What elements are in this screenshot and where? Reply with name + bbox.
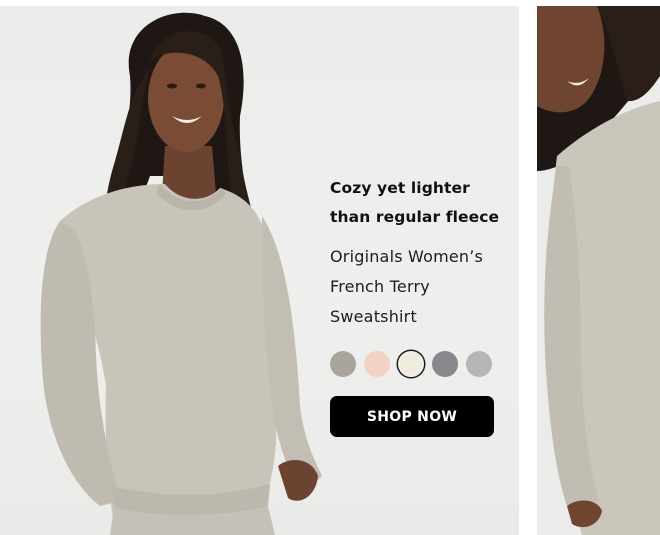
- swatch-taupe[interactable]: [330, 351, 356, 377]
- product-name[interactable]: Originals Women’s French Terry Sweatshir…: [330, 242, 510, 332]
- carousel-slide-main[interactable]: Cozy yet lighter than regular fleece Ori…: [0, 6, 519, 535]
- swatch-blush[interactable]: [364, 351, 390, 377]
- product-name-line-3: Sweatshirt: [330, 307, 417, 326]
- swatch-cream[interactable]: [398, 351, 424, 377]
- shop-now-button[interactable]: SHOP NOW: [330, 396, 494, 437]
- headline-line-1: Cozy yet lighter: [330, 179, 470, 197]
- headline-line-2: than regular fleece: [330, 208, 500, 226]
- swatch-light-grey[interactable]: [466, 351, 492, 377]
- model-photo-side: [537, 6, 660, 535]
- color-swatches: [330, 351, 492, 377]
- swatch-charcoal[interactable]: [432, 351, 458, 377]
- product-carousel: Cozy yet lighter than regular fleece Ori…: [0, 0, 660, 535]
- carousel-slide-next[interactable]: [537, 6, 660, 535]
- promo-copy: Cozy yet lighter than regular fleece Ori…: [330, 174, 510, 332]
- product-name-line-1: Originals Women’s: [330, 247, 484, 266]
- promo-headline: Cozy yet lighter than regular fleece: [330, 174, 510, 232]
- product-name-line-2: French Terry: [330, 277, 430, 296]
